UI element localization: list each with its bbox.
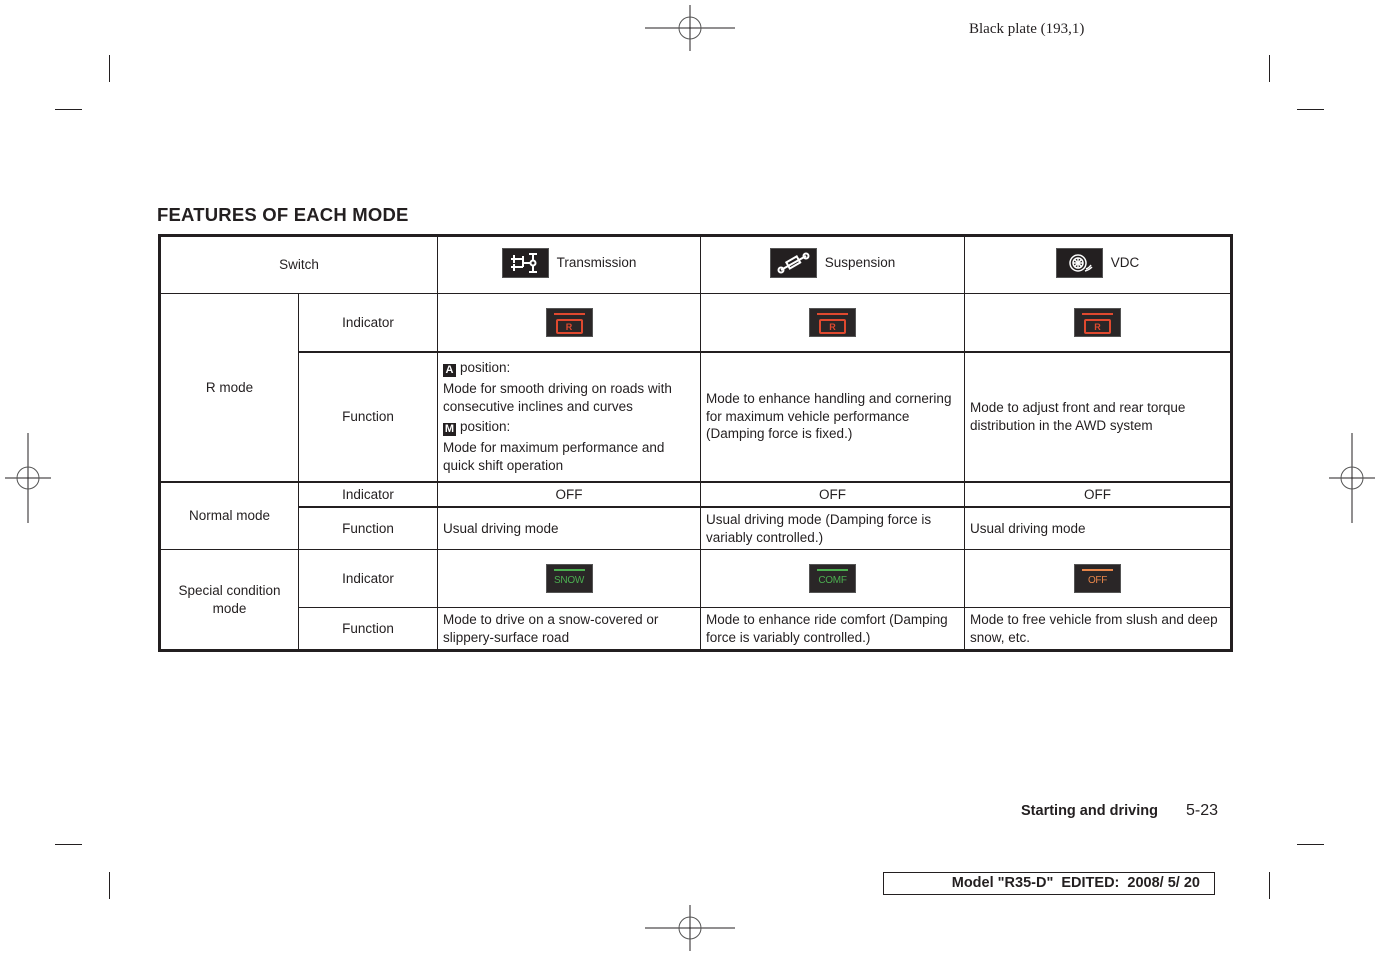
registration-mark-right [1329, 433, 1375, 523]
vdc-tire-icon [1055, 247, 1103, 278]
r-mode-indicator-icon: R [545, 307, 593, 337]
crop-mark [55, 844, 82, 845]
crop-mark [55, 109, 82, 110]
table-row: Function Usual driving mode Usual drivin… [160, 506, 1233, 550]
registration-mark-top [645, 5, 735, 51]
row-label-indicator: Indicator [297, 549, 439, 608]
transmission-normal-function: Usual driving mode [437, 506, 702, 550]
vdc-off-indicator-icon: OFF [1074, 564, 1122, 593]
registration-mark-left [5, 433, 51, 523]
vdc-special-function: Mode to free vehicle from slush and deep… [964, 607, 1233, 651]
indicator-cell: R [964, 293, 1233, 352]
indicator-cell: OFF [964, 549, 1233, 608]
mode-label-special: Special condition mode [159, 549, 299, 651]
suspension-r-function: Mode to enhance handling and cornering f… [700, 350, 966, 482]
indicator-cell: R [700, 293, 966, 352]
indicator-off: OFF [437, 480, 702, 508]
crop-mark [1269, 55, 1270, 82]
table-row: Function Aposition: Mode for smooth driv… [160, 350, 1233, 482]
column-header-transmission: Transmission [437, 235, 702, 294]
suspension-icon [769, 247, 817, 278]
indicator-cell: SNOW [437, 549, 702, 608]
suspension-normal-function: Usual driving mode (Damping force is var… [700, 506, 966, 550]
row-label-function: Function [297, 607, 439, 651]
vdc-normal-function: Usual driving mode [964, 506, 1233, 550]
table-row: Function Mode to drive on a snow-covered… [160, 607, 1233, 651]
indicator-cell: COMF [700, 549, 966, 608]
suspension-special-function: Mode to enhance ride comfort (Damping fo… [700, 607, 966, 651]
indicator-off: OFF [700, 480, 966, 508]
snow-indicator-icon: SNOW [545, 564, 593, 593]
row-label-function: Function [297, 350, 439, 482]
table-row: Special condition mode Indicator SNOW CO… [159, 549, 1233, 651]
row-label-indicator: Indicator [297, 480, 439, 508]
column-header-suspension: Suspension [700, 235, 966, 294]
crop-mark [1297, 109, 1324, 110]
table-row: R mode Indicator R R R [159, 293, 1233, 482]
crop-mark [1297, 844, 1324, 845]
comf-indicator-icon: COMF [809, 564, 857, 593]
column-label: Suspension [824, 255, 896, 270]
crop-mark [1269, 872, 1270, 899]
row-label-function: Function [297, 506, 439, 550]
plate-label: Black plate (193,1) [969, 21, 1085, 37]
a-position-badge: A [443, 364, 457, 377]
table-row: Normal mode Indicator OFF OFF OFF [159, 480, 1233, 550]
table-header-row: Switch Transmission Suspension VDC [158, 235, 1233, 294]
vdc-r-function: Mode to adjust front and rear torque dis… [964, 350, 1233, 482]
column-label: VDC [1110, 255, 1140, 270]
transmission-r-function: Aposition: Mode for smooth driving on ro… [437, 350, 702, 482]
crop-mark [109, 55, 110, 82]
transmission-icon [501, 247, 549, 278]
registration-mark-bottom [645, 905, 735, 951]
transmission-special-function: Mode to drive on a snow-covered or slipp… [437, 607, 702, 651]
footer-section: Starting and driving [1021, 803, 1158, 819]
indicator-cell: R [437, 293, 702, 352]
mode-label-normal: Normal mode [159, 480, 299, 550]
features-table: Switch Transmission Suspension VDC R mod… [158, 234, 1234, 652]
m-position-badge: M [443, 423, 457, 436]
row-label-indicator: Indicator [297, 293, 439, 352]
page-number: 5-23 [1186, 802, 1219, 819]
model-edited-box: Model "R35-D" EDITED: 2008/ 5/ 20 [883, 872, 1215, 895]
model-line: Model "R35-D" EDITED: 2008/ 5/ 20 [951, 875, 1200, 891]
r-mode-indicator-icon: R [809, 307, 857, 337]
indicator-off: OFF [964, 480, 1233, 508]
mode-label-r: R mode [159, 293, 299, 482]
switch-header: Switch [158, 235, 439, 294]
r-mode-indicator-icon: R [1074, 307, 1122, 337]
section-title: FEATURES OF EACH MODE [157, 204, 409, 225]
column-label: Transmission [556, 255, 637, 270]
crop-mark [109, 872, 110, 899]
column-header-vdc: VDC [964, 235, 1233, 294]
